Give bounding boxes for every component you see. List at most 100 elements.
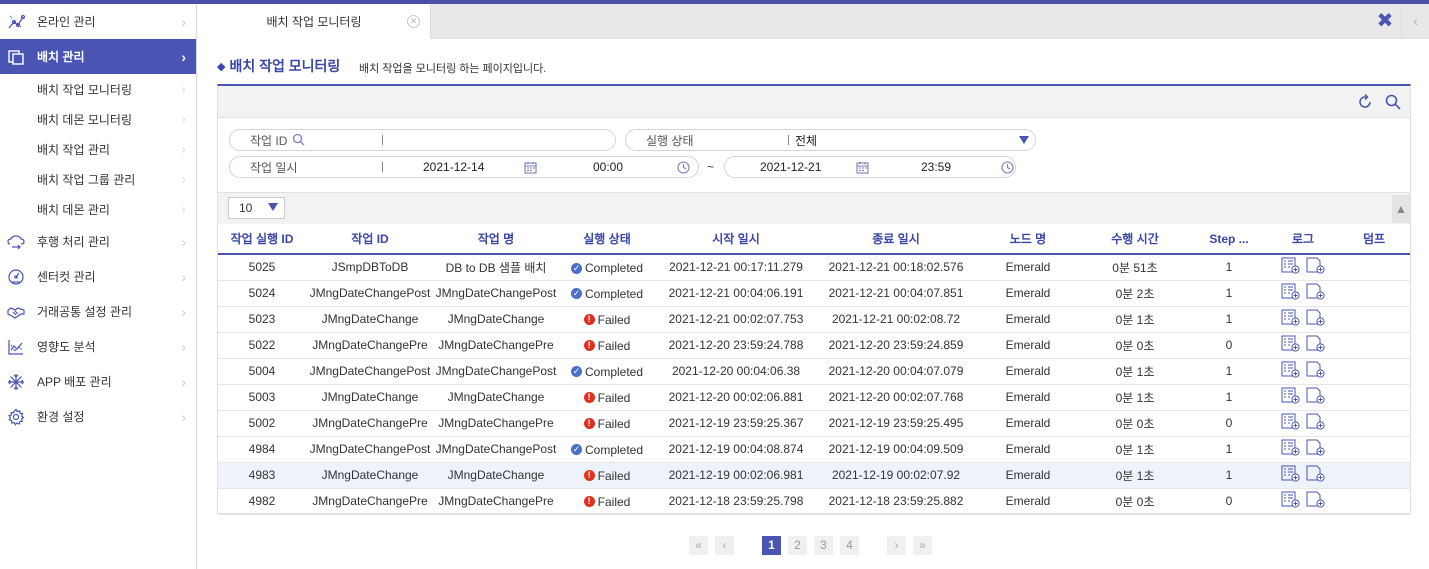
page-number[interactable]: 2: [788, 535, 807, 555]
pagination: « ‹ 1 2 3 4 › »: [689, 535, 939, 555]
sidebar-subitem-label: 배치 작업 모니터링: [37, 82, 132, 97]
cell-step: 1: [1190, 254, 1268, 281]
sidebar-item-impact-analysis[interactable]: 영향도 분석 ›: [0, 329, 196, 364]
column-header[interactable]: 종료 일시: [816, 224, 976, 255]
column-header[interactable]: 작업 ID: [306, 224, 434, 255]
column-header[interactable]: 작업 명: [434, 224, 558, 255]
log-cell: [1268, 436, 1338, 463]
table-row[interactable]: 5024 JMngDateChangePost JMngDateChangePost…: [218, 280, 1410, 307]
page-number[interactable]: 4: [840, 535, 859, 555]
field-separator: [788, 135, 789, 145]
log-download-icon[interactable]: [1306, 335, 1325, 352]
status-select[interactable]: 실행 상태 전체: [625, 129, 1036, 151]
status-text: Failed: [597, 494, 631, 509]
close-all-tabs-icon[interactable]: ✖: [1375, 11, 1395, 31]
table-row[interactable]: 5025 JSmpDBToDB DB to DB 샘플 배치 ✓ Completed 20…: [218, 254, 1410, 281]
calendar-icon[interactable]: [856, 161, 869, 174]
table-row[interactable]: 4984 JMngDateChangePost JMngDateChangePost…: [218, 436, 1410, 463]
sidebar-subitem-job-group-management[interactable]: 배치 작업 그룹 관리 ›: [0, 164, 196, 194]
log-download-icon[interactable]: [1306, 439, 1325, 456]
cell-duration: 0분 0초: [1080, 332, 1190, 359]
column-header[interactable]: 덤프: [1338, 224, 1410, 255]
log-view-icon[interactable]: [1281, 439, 1300, 456]
prev-page-icon[interactable]: ‹: [715, 535, 734, 555]
table-row[interactable]: 5002 JMngDateChangePre JMngDateChangePre! F…: [218, 410, 1410, 437]
sidebar-subitem-daemon-management[interactable]: 배치 데몬 관리 ›: [0, 194, 196, 224]
search-icon[interactable]: [292, 133, 305, 146]
log-download-icon[interactable]: [1306, 361, 1325, 378]
job-id-field[interactable]: 작업 ID: [229, 129, 616, 151]
sidebar-subitem-job-monitoring[interactable]: 배치 작업 모니터링 ›: [0, 74, 196, 104]
sidebar-item-app-deploy[interactable]: APP 배포 관리 ›: [0, 364, 196, 399]
log-view-icon[interactable]: [1281, 491, 1300, 508]
log-download-icon[interactable]: [1306, 413, 1325, 430]
column-header[interactable]: 로그: [1268, 224, 1338, 255]
cell-job-id: JMngDateChangePost: [306, 436, 434, 463]
end-datetime-field[interactable]: 2021-12-21 23:59: [724, 156, 1016, 178]
sidebar-subitem-daemon-monitoring[interactable]: 배치 데몬 모니터링 ›: [0, 104, 196, 134]
column-header[interactable]: 작업 실행 ID: [218, 224, 306, 255]
end-time-input[interactable]: 23:59: [921, 160, 951, 174]
cell-step: 0: [1190, 410, 1268, 437]
column-header[interactable]: 시작 일시: [656, 224, 816, 255]
tab-batch-job-monitoring[interactable]: 배치 작업 모니터링 ✕: [198, 4, 431, 39]
refresh-icon[interactable]: [1356, 93, 1374, 111]
sidebar-item-batch[interactable]: 배치 관리 ›: [0, 39, 196, 74]
chevron-left-icon[interactable]: ‹: [1401, 4, 1429, 39]
start-time-input[interactable]: 00:00: [593, 160, 623, 174]
first-page-icon[interactable]: «: [689, 535, 708, 555]
cell-id: 5002: [218, 410, 306, 437]
log-view-icon[interactable]: [1281, 257, 1300, 274]
last-page-icon[interactable]: »: [913, 535, 932, 555]
sidebar-item-environment-settings[interactable]: 환경 설정 ›: [0, 399, 196, 434]
page-size-select[interactable]: 10: [228, 197, 285, 219]
page-number[interactable]: 3: [814, 535, 833, 555]
table-row[interactable]: 4982 JMngDateChangePre JMngDateChangePre! F…: [218, 488, 1410, 515]
start-date-input[interactable]: 2021-12-14: [423, 160, 484, 174]
search-icon[interactable]: [1384, 93, 1402, 111]
log-download-icon[interactable]: [1306, 387, 1325, 404]
tab-close-icon[interactable]: ✕: [407, 15, 420, 28]
chevron-down-icon: [268, 203, 278, 211]
log-view-icon[interactable]: [1281, 413, 1300, 430]
table-row[interactable]: 5023 JMngDateChange JMngDateChange! Failed 2…: [218, 306, 1410, 333]
clock-icon[interactable]: [677, 161, 690, 174]
sidebar-item-post-processing[interactable]: 후행 처리 관리 ›: [0, 224, 196, 259]
cell-id: 5024: [218, 280, 306, 307]
column-header[interactable]: 노드 명: [976, 224, 1080, 255]
cell-job-id: JMngDateChangePre: [306, 332, 434, 359]
cell-job-id: JSmpDBToDB: [306, 254, 434, 281]
sidebar-item-common-settings[interactable]: 거래공통 설정 관리 ›: [0, 294, 196, 329]
sidebar-item-online[interactable]: 온라인 관리 ›: [0, 4, 196, 39]
start-datetime-field[interactable]: 작업 일시 2021-12-14 00:00: [229, 156, 699, 178]
scroll-to-top-icon[interactable]: ▲: [1392, 195, 1410, 223]
end-date-input[interactable]: 2021-12-21: [760, 160, 821, 174]
next-page-icon[interactable]: ›: [887, 535, 906, 555]
log-actions: [1281, 361, 1325, 378]
table-row[interactable]: 5022 JMngDateChangePre JMngDateChangePre! F…: [218, 332, 1410, 359]
column-header[interactable]: Step ...: [1190, 224, 1268, 255]
log-view-icon[interactable]: [1281, 361, 1300, 378]
log-download-icon[interactable]: [1306, 491, 1325, 508]
log-view-icon[interactable]: [1281, 335, 1300, 352]
table-row[interactable]: 5004 JMngDateChangePost JMngDateChangePost…: [218, 358, 1410, 385]
log-view-icon[interactable]: [1281, 283, 1300, 300]
clock-icon[interactable]: [1001, 161, 1014, 174]
sidebar-item-centercut[interactable]: 센터컷 관리 ›: [0, 259, 196, 294]
table-row[interactable]: 4983 JMngDateChange JMngDateChange! Failed 2…: [218, 462, 1410, 489]
log-download-icon[interactable]: [1306, 257, 1325, 274]
chevron-down-icon[interactable]: [1019, 136, 1029, 144]
column-header[interactable]: 실행 상태: [558, 224, 656, 255]
log-view-icon[interactable]: [1281, 387, 1300, 404]
log-download-icon[interactable]: [1306, 283, 1325, 300]
log-download-icon[interactable]: [1306, 465, 1325, 482]
log-download-icon[interactable]: [1306, 309, 1325, 326]
table-row[interactable]: 5003 JMngDateChange JMngDateChange! Failed 2…: [218, 384, 1410, 411]
calendar-icon[interactable]: [524, 161, 537, 174]
log-view-icon[interactable]: [1281, 309, 1300, 326]
cell-end: 2021-12-19 23:59:25.495: [816, 410, 976, 437]
page-number-current[interactable]: 1: [762, 535, 781, 555]
sidebar-subitem-job-management[interactable]: 배치 작업 관리 ›: [0, 134, 196, 164]
log-view-icon[interactable]: [1281, 465, 1300, 482]
column-header[interactable]: 수행 시간: [1080, 224, 1190, 255]
